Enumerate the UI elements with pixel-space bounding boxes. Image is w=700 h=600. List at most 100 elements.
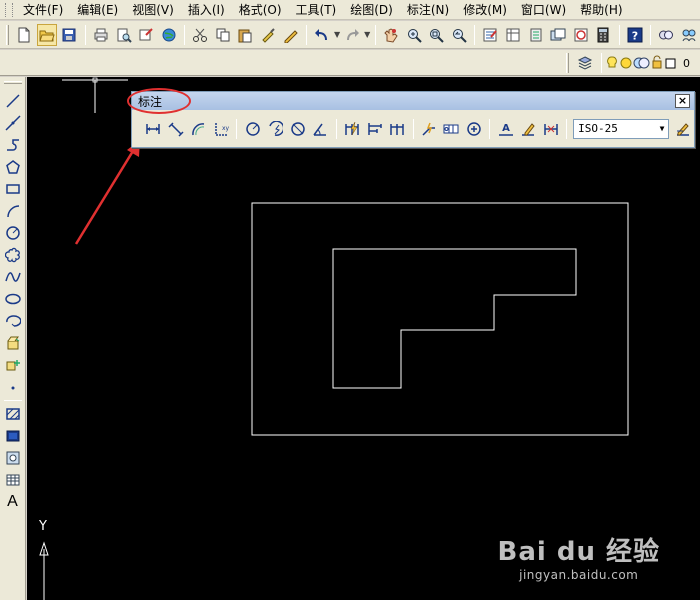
dimension-edit-icon[interactable]: A (495, 118, 516, 140)
help-icon[interactable]: ? (625, 24, 646, 46)
drawing-canvas[interactable]: Y (27, 77, 700, 600)
print-icon[interactable] (91, 24, 112, 46)
polygon-icon[interactable] (2, 156, 24, 178)
linear-dimension-icon[interactable] (143, 118, 164, 140)
layer-state-icons[interactable] (606, 55, 680, 71)
ucs-y-label: Y (39, 519, 47, 534)
dimension-text-edit-icon[interactable] (518, 118, 539, 140)
region-icon[interactable] (2, 447, 24, 469)
hatch-icon[interactable] (2, 403, 24, 425)
new-file-icon[interactable] (14, 24, 35, 46)
toolbar-grip[interactable] (566, 53, 569, 73)
paste-icon[interactable] (235, 24, 256, 46)
menu-tools[interactable]: 工具(T) (289, 1, 344, 19)
zoom-realtime-icon[interactable] (403, 24, 424, 46)
cut-icon[interactable] (190, 24, 211, 46)
open-file-icon[interactable] (36, 23, 58, 46)
zoom-window-icon[interactable] (426, 24, 447, 46)
quick-leader-icon[interactable] (419, 118, 440, 140)
properties-icon[interactable] (480, 24, 501, 46)
zoom-previous-icon[interactable] (449, 24, 470, 46)
toolbar-separator (412, 118, 414, 139)
arc-icon[interactable] (2, 200, 24, 222)
copy-icon[interactable] (213, 24, 234, 46)
toolbar-grip[interactable] (6, 24, 9, 45)
polyline-icon[interactable] (2, 134, 24, 156)
dimension-style-select[interactable]: ISO-25 ▼ (573, 118, 670, 139)
markup-set-icon[interactable] (570, 24, 591, 46)
pan-realtime-icon[interactable] (381, 24, 402, 46)
rectangle-icon[interactable] (2, 178, 24, 200)
dimension-toolbar-body: xy A ISO-25 ▼ (132, 110, 694, 147)
jogged-dimension-icon[interactable] (265, 118, 286, 140)
menu-help[interactable]: 帮助(H) (573, 1, 629, 19)
quick-dimension-icon[interactable] (342, 118, 363, 140)
menu-edit[interactable]: 编辑(E) (70, 1, 125, 19)
table-icon[interactable] (2, 469, 24, 491)
baseline-dimension-icon[interactable] (364, 118, 385, 140)
toolbar-grip[interactable] (3, 81, 22, 84)
dimension-toolbar-titlebar[interactable]: 标注 × (132, 92, 694, 110)
make-block-icon[interactable] (2, 354, 24, 376)
current-layer-name[interactable]: 0 (683, 57, 690, 70)
watermark-brand: Bai du 经验 (497, 537, 660, 567)
multiline-text-icon[interactable]: A (2, 491, 24, 513)
redo-dropdown-icon[interactable]: ▼ (363, 30, 370, 39)
ucs-icon (39, 541, 49, 600)
design-center-icon[interactable] (503, 24, 524, 46)
layer-properties-icon[interactable] (574, 52, 596, 74)
diameter-dimension-icon[interactable] (288, 118, 309, 140)
network-icon[interactable] (679, 24, 700, 46)
menu-modify[interactable]: 修改(M) (456, 1, 514, 19)
web-publish-icon[interactable] (158, 24, 179, 46)
arc-length-icon[interactable] (188, 118, 209, 140)
menu-file[interactable]: 文件(F) (16, 1, 70, 19)
angular-dimension-icon[interactable] (310, 118, 331, 140)
menu-grip[interactable] (5, 2, 13, 17)
construction-line-icon[interactable] (2, 112, 24, 134)
block-editor-icon[interactable] (280, 24, 301, 46)
undo-dropdown-icon[interactable]: ▼ (333, 30, 340, 39)
menu-view[interactable]: 视图(V) (125, 1, 181, 19)
circle-icon[interactable] (2, 222, 24, 244)
sheet-set-icon[interactable] (548, 24, 569, 46)
dimension-update-icon[interactable] (541, 118, 562, 140)
radius-dimension-icon[interactable] (242, 118, 263, 140)
ellipse-arc-icon[interactable] (2, 310, 24, 332)
print-preview-icon[interactable] (113, 24, 134, 46)
menu-format[interactable]: 格式(O) (232, 1, 289, 19)
toolbar-separator (650, 24, 652, 45)
calculator-icon[interactable] (593, 24, 614, 46)
tool-palettes-icon[interactable] (525, 24, 546, 46)
menu-dimension[interactable]: 标注(N) (400, 1, 456, 19)
redo-icon[interactable] (342, 24, 363, 46)
tolerance-icon[interactable] (441, 118, 462, 140)
toolbar-separator (184, 24, 185, 45)
ordinate-dimension-icon[interactable]: xy (211, 118, 232, 140)
crosshair-cursor (62, 77, 128, 113)
spline-icon[interactable] (2, 266, 24, 288)
revision-cloud-icon[interactable] (2, 244, 24, 266)
insert-block-icon[interactable] (2, 332, 24, 354)
aligned-dimension-icon[interactable] (166, 118, 187, 140)
close-button[interactable]: × (675, 94, 690, 108)
center-mark-icon[interactable] (464, 118, 485, 140)
menu-draw[interactable]: 绘图(D) (343, 1, 400, 19)
workspace-icon[interactable] (656, 24, 677, 46)
chevron-down-icon: ▼ (659, 124, 665, 133)
save-icon[interactable] (59, 24, 80, 46)
ellipse-icon[interactable] (2, 288, 24, 310)
dimension-style-icon[interactable] (672, 118, 693, 140)
line-icon[interactable] (2, 90, 24, 112)
draw-toolbar: A (0, 77, 26, 600)
point-icon[interactable] (2, 376, 24, 398)
gradient-icon[interactable] (2, 425, 24, 447)
undo-icon[interactable] (312, 24, 333, 46)
continue-dimension-icon[interactable] (387, 118, 408, 140)
match-properties-icon[interactable] (258, 24, 279, 46)
outer-rectangle[interactable] (251, 202, 629, 436)
menu-insert[interactable]: 插入(I) (181, 1, 232, 19)
menu-window[interactable]: 窗口(W) (514, 1, 573, 19)
inner-stepped-shape[interactable] (332, 248, 577, 389)
publish-icon[interactable] (136, 24, 157, 46)
